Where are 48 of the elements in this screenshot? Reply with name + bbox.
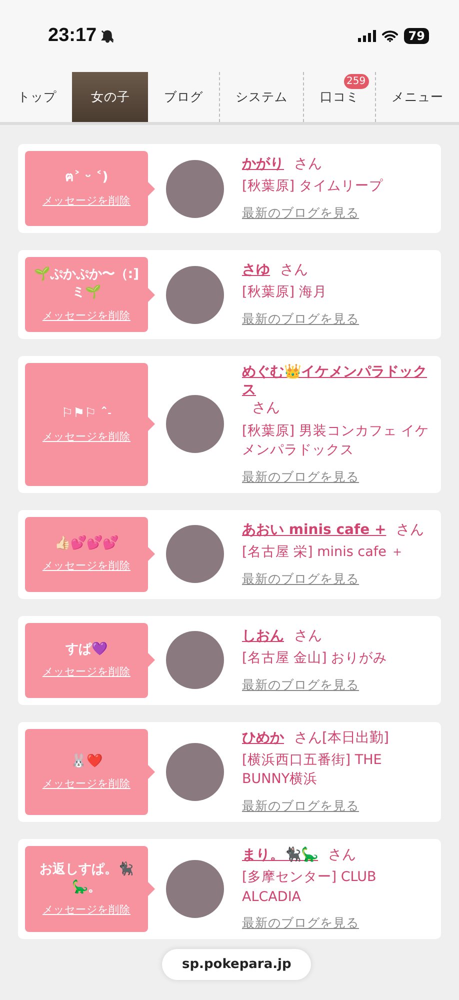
shop-text: [秋葉原] 海月 bbox=[242, 283, 327, 302]
blog-link[interactable]: 最新のブログを見る bbox=[242, 204, 359, 222]
girl-name-link[interactable]: さゆ bbox=[242, 261, 270, 280]
message-text: 🐰❤ bbox=[70, 752, 102, 770]
honorific-text: さん bbox=[396, 522, 424, 538]
honorific-text: さん bbox=[294, 628, 322, 644]
nav-tab[interactable]: メニュー bbox=[374, 72, 459, 122]
shop-text: [秋葉原] 男装コンカフェ イケメンパラドックス bbox=[242, 422, 430, 460]
blog-link[interactable]: 最新のブログを見る bbox=[242, 570, 359, 588]
blog-link[interactable]: 最新のブログを見る bbox=[242, 310, 359, 328]
girl-name-link[interactable]: あおい minis cafe + bbox=[242, 520, 386, 539]
shop-text: [多摩センター] CLUB ALCADIA bbox=[242, 868, 378, 907]
message-text: お返しすぱ。🐈‍⬛🦕。 bbox=[38, 861, 134, 896]
message-text: ⚐⚑⚐ ˆ˗ bbox=[61, 405, 112, 423]
blog-link[interactable]: 最新のブログを見る bbox=[242, 468, 359, 486]
blog-link[interactable]: 最新のブログを見る bbox=[242, 676, 359, 694]
blog-link[interactable]: 最新のブログを見る bbox=[242, 798, 359, 815]
status-time: 23:17 bbox=[48, 25, 97, 47]
blog-link[interactable]: 最新のブログを見る bbox=[242, 915, 359, 932]
shop-text: [名古屋 栄] minis cafe ＋ bbox=[242, 543, 405, 562]
shop-text: [横浜西口五番街] THE BUNNY横浜 bbox=[242, 750, 383, 790]
nav-tab[interactable]: ブログ bbox=[148, 72, 219, 122]
nav-tab[interactable]: トップ bbox=[2, 72, 72, 122]
girl-name-link[interactable]: かがり bbox=[242, 155, 284, 174]
girl-name-link[interactable]: しおん bbox=[242, 626, 284, 645]
shop-text: [秋葉原] タイムリープ bbox=[242, 177, 383, 196]
nav-tab[interactable]: 女の子 bbox=[72, 72, 148, 122]
muted-bell-icon bbox=[100, 28, 115, 44]
honorific-text: さん bbox=[328, 847, 356, 863]
battery-level: 79 bbox=[404, 28, 429, 44]
honorific-text: さん bbox=[294, 156, 322, 172]
message-text: 🌱ぷかぷか〜（:]ミ🌱 bbox=[32, 266, 140, 302]
girl-name-link[interactable]: めぐむ👑イケメンパラドックス bbox=[242, 363, 433, 400]
wifi-icon bbox=[382, 30, 398, 42]
count-badge: 259 bbox=[344, 74, 369, 89]
girl-name-link[interactable]: まり。🐈‍⬛🦕 bbox=[242, 846, 318, 864]
message-text: 👍🏻💕💕💕 bbox=[54, 534, 118, 552]
nav-tab[interactable]: 口コミ 259 bbox=[303, 72, 375, 122]
message-text: すぱ💜 bbox=[66, 640, 108, 658]
shop-text: [名古屋 金山] おりがみ bbox=[242, 649, 388, 668]
honorific-text: さん bbox=[280, 262, 308, 278]
message-text: ฅ˃ ᵕ ˂) bbox=[64, 169, 108, 187]
honorific-text: さん bbox=[252, 400, 280, 416]
signal-icon bbox=[358, 30, 376, 42]
girl-name-link[interactable]: ひめか bbox=[242, 728, 284, 747]
honorific-text: さん[本日出勤] bbox=[294, 730, 389, 746]
url-toast[interactable]: sp.pokepara.jp bbox=[162, 949, 312, 980]
nav-tab[interactable]: システム bbox=[218, 72, 304, 122]
